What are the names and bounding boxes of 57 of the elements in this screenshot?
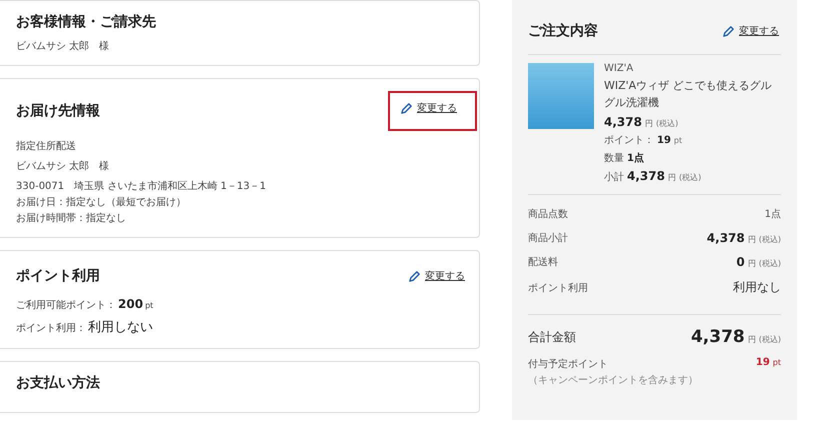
note-text: （キャンペーンポイントを含みます）	[528, 374, 698, 387]
currency-label: 円	[668, 172, 676, 183]
field-label: 小計	[604, 170, 624, 184]
change-link[interactable]: 変更する	[720, 18, 781, 44]
info-text: お届け日：指定なし（最短でお届け）	[16, 196, 187, 209]
change-link[interactable]: 変更する	[396, 263, 477, 289]
photo-placeholder	[528, 63, 594, 129]
section-title: お客様情報・ご請求先	[16, 13, 156, 31]
point-value: 19	[756, 357, 770, 368]
info-text: 指定住所配送	[16, 140, 77, 153]
tax-label: (税込)	[656, 118, 678, 129]
info-text: ビバムサシ 太郎 様	[16, 40, 110, 53]
price: 4,378	[604, 115, 642, 129]
tax-label: (税込)	[758, 234, 781, 245]
info-text: ビバムサシ 太郎 様	[16, 160, 110, 173]
summary-label: 商品小計	[528, 232, 568, 245]
pencil-icon	[408, 270, 421, 282]
tax-label: (税込)	[758, 334, 781, 345]
product-name[interactable]: WIZ'Aウィザ どこでも使えるグルグル洗濯機	[604, 78, 781, 111]
change-link[interactable]: 変更する	[388, 91, 477, 131]
currency-label: 円	[748, 334, 756, 345]
field-label: ポイント：	[604, 134, 654, 147]
pencil-icon	[400, 102, 413, 114]
summary-label: ポイント利用	[528, 282, 588, 294]
total-price: 4,378	[690, 327, 745, 347]
field-label: ご利用可能ポイント：	[16, 298, 116, 312]
tax-label: (税込)	[758, 258, 781, 269]
section-title: ご注文内容	[528, 22, 598, 40]
price: 0	[736, 255, 745, 269]
field-value: 利用しない	[88, 319, 153, 336]
unit-label: pt	[145, 301, 154, 310]
summary-label: 商品点数	[528, 208, 568, 221]
pencil-icon	[722, 24, 735, 38]
info-text: お届け時間帯：指定なし	[16, 212, 127, 225]
point-value: 19	[657, 135, 671, 146]
tax-label: (税込)	[678, 172, 702, 183]
summary-label: 付与予定ポイント	[528, 358, 609, 371]
brand-name: WIZ'A	[604, 63, 634, 74]
field-label: 数量	[604, 152, 624, 165]
quantity-value: 1点	[627, 152, 644, 165]
unit-label: pt	[674, 136, 682, 145]
price: 4,378	[627, 169, 665, 183]
section-title: お支払い方法	[16, 374, 100, 392]
currency-label: 円	[748, 234, 756, 245]
total-label: 合計金額	[528, 328, 576, 346]
currency-label: 円	[644, 118, 653, 129]
section-title: お届け先情報	[16, 102, 100, 120]
section-title: ポイント利用	[16, 267, 100, 285]
field-label: ポイント利用：	[16, 322, 86, 335]
price: 4,378	[706, 231, 745, 245]
summary-value: 1点	[764, 208, 781, 221]
unit-label: pt	[772, 358, 781, 367]
point-value: 200	[118, 297, 144, 311]
currency-label: 円	[748, 258, 756, 269]
info-text: 330-0071 埼玉県 さいたま市浦和区上木崎 1－13－1	[16, 180, 267, 193]
summary-label: 配送料	[528, 256, 558, 269]
summary-value: 利用なし	[733, 279, 781, 296]
